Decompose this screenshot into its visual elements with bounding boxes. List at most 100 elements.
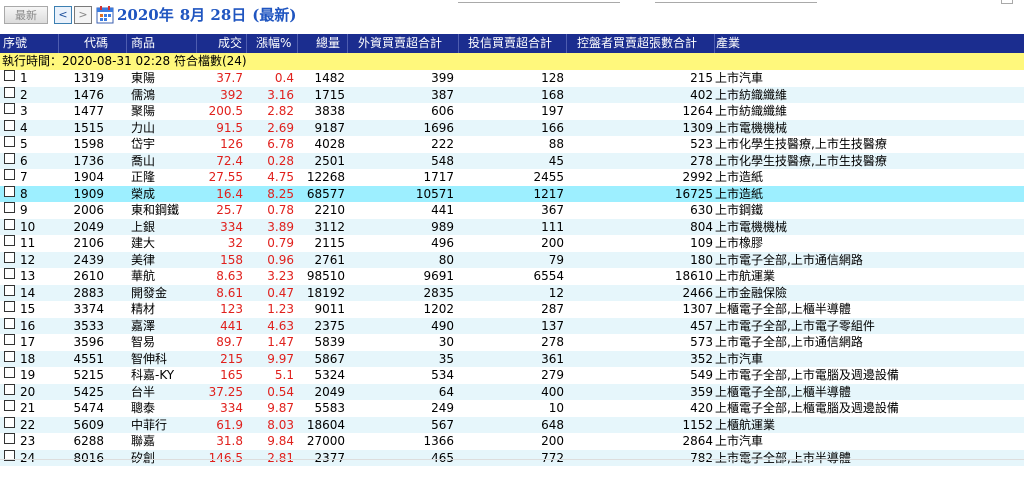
grid-rows: 1 1319 東陽 37.7 0.4 1482 399 128 215 上市汽車 2 1476 儒鴻 39… xyxy=(0,70,1024,466)
table-row[interactable]: 16 3533 嘉澤 441 4.63 2375 490 137 457 上市電子全部,上市電子零… xyxy=(0,317,1024,334)
header-controller-net[interactable]: 控盤者買賣超張數合計 xyxy=(577,34,697,53)
row-price: 25.7 xyxy=(216,203,243,217)
table-row[interactable]: 10 2049 上銀 334 3.89 3112 989 111 804 上市電機機械 xyxy=(0,218,1024,235)
row-price: 31.8 xyxy=(216,434,243,448)
table-row[interactable]: 22 5609 中菲行 61.9 8.03 18604 567 648 1152 上櫃航運業 xyxy=(0,416,1024,433)
row-controller-net: 2466 xyxy=(682,285,713,300)
table-row[interactable]: 19 5215 科嘉-KY 165 5.1 5324 534 279 549 上市電子全部,上市電… xyxy=(0,367,1024,384)
row-checkbox[interactable] xyxy=(4,367,15,378)
row-checkbox[interactable] xyxy=(4,185,15,197)
row-volume: 9011 xyxy=(314,302,345,316)
table-row[interactable]: 15 3374 精材 123 1.23 9011 1202 287 1307 上櫃電子全部,上櫃半… xyxy=(0,301,1024,318)
row-checkbox[interactable] xyxy=(4,103,15,114)
header-code[interactable]: 代碼 xyxy=(84,34,108,53)
row-checkbox[interactable] xyxy=(4,433,15,444)
top-small-control[interactable] xyxy=(1001,0,1013,4)
table-row[interactable]: 2 1476 儒鴻 392 3.16 1715 387 168 402 上市紡織纖維 xyxy=(0,86,1024,103)
table-row[interactable]: 6 1736 喬山 72.4 0.28 2501 548 45 278 上市化學生技醫療,上市生技… xyxy=(0,152,1024,169)
latest-button[interactable]: 最新 xyxy=(4,6,48,24)
table-row[interactable]: 4 1515 力山 91.5 2.69 9187 1696 166 1309 上市電機機械 xyxy=(0,119,1024,136)
row-checkbox[interactable] xyxy=(4,301,15,312)
row-seq: 19 xyxy=(20,368,36,382)
row-checkbox[interactable] xyxy=(4,119,15,131)
row-checkbox[interactable] xyxy=(4,317,15,329)
grid-bottom-border xyxy=(0,459,1024,460)
row-price: 91.5 xyxy=(216,120,243,135)
row-code: 1909 xyxy=(73,186,104,201)
top-field-left[interactable] xyxy=(458,0,620,3)
header-trust-net[interactable]: 投信買賣超合計 xyxy=(468,34,552,53)
row-checkbox[interactable] xyxy=(4,70,15,81)
header-name[interactable]: 商品 xyxy=(131,34,155,53)
table-row[interactable]: 13 2610 華航 8.63 3.23 98510 9691 6554 18610 上市航運業 xyxy=(0,268,1024,285)
row-code: 2106 xyxy=(73,236,104,250)
table-row[interactable]: 9 2006 東和鋼鐵 25.7 0.78 2210 441 367 630 上市鋼鐵 xyxy=(0,202,1024,219)
row-volume: 1715 xyxy=(314,87,345,102)
row-checkbox[interactable] xyxy=(4,202,15,213)
row-checkbox[interactable] xyxy=(4,235,15,246)
header-change-pct[interactable]: 漲幅% xyxy=(256,34,291,53)
stock-grid: 序號 代碼 商品 成交 漲幅% 總量 外資買賣超合計 投信買賣超合計 控盤者買賣… xyxy=(0,34,1024,466)
row-seq: 14 xyxy=(20,285,36,300)
table-row[interactable]: 1 1319 東陽 37.7 0.4 1482 399 128 215 上市汽車 xyxy=(0,70,1024,87)
row-volume: 5583 xyxy=(314,401,345,415)
table-row[interactable]: 7 1904 正隆 27.55 4.75 12268 1717 2455 2992 上市造紙 xyxy=(0,169,1024,186)
row-name: 建大 xyxy=(131,236,156,250)
row-foreign-net: 567 xyxy=(431,417,454,432)
next-day-button[interactable]: > xyxy=(74,6,92,24)
row-checkbox[interactable] xyxy=(4,86,15,98)
row-checkbox[interactable] xyxy=(4,268,15,279)
table-row[interactable]: 3 1477 聚陽 200.5 2.82 3838 606 197 1264 上市紡織纖維 xyxy=(0,103,1024,120)
table-row[interactable]: 11 2106 建大 32 0.79 2115 496 200 109 上市橡膠 xyxy=(0,235,1024,252)
row-checkbox[interactable] xyxy=(4,169,15,180)
row-checkbox[interactable] xyxy=(4,251,15,263)
row-industry: 上櫃航運業 xyxy=(715,417,776,432)
calendar-icon[interactable] xyxy=(96,5,114,24)
row-checkbox[interactable] xyxy=(4,152,15,164)
row-checkbox[interactable] xyxy=(4,284,15,296)
table-row[interactable]: 18 4551 智伸科 215 9.97 5867 35 361 352 上市汽車 xyxy=(0,350,1024,367)
row-industry: 上櫃電子全部,上櫃半導體 xyxy=(715,384,851,399)
row-trust-net: 279 xyxy=(541,368,564,382)
row-checkbox[interactable] xyxy=(4,350,15,362)
row-checkbox[interactable] xyxy=(4,400,15,411)
row-checkbox[interactable] xyxy=(4,334,15,345)
header-industry[interactable]: 產業 xyxy=(716,34,740,53)
row-seq: 9 xyxy=(20,203,28,217)
row-checkbox[interactable] xyxy=(4,136,15,147)
top-field-right[interactable] xyxy=(655,0,817,3)
row-name: 聚陽 xyxy=(131,104,156,118)
table-row[interactable]: 17 3596 智易 89.7 1.47 5839 30 278 573 上市電子全部,上市通信網… xyxy=(0,334,1024,351)
table-row[interactable]: 12 2439 美律 158 0.96 2761 80 79 180 上市電子全部,上市通信網路 xyxy=(0,251,1024,268)
row-name: 喬山 xyxy=(131,153,156,168)
table-row[interactable]: 5 1598 岱宇 126 6.78 4028 222 88 523 上市化學生技醫療,上市生技醫… xyxy=(0,136,1024,153)
row-trust-net: 88 xyxy=(548,137,564,151)
header-volume[interactable]: 總量 xyxy=(316,34,340,53)
row-checkbox[interactable] xyxy=(4,383,15,395)
row-checkbox[interactable] xyxy=(4,218,15,230)
row-seq: 10 xyxy=(20,219,36,234)
header-price[interactable]: 成交 xyxy=(218,34,242,53)
row-price: 123 xyxy=(220,302,243,316)
table-row[interactable]: 24 8016 矽創 146.5 2.81 2377 465 772 782 上市電子全部,上市半… xyxy=(0,449,1024,466)
header-foreign-net[interactable]: 外資買賣超合計 xyxy=(358,34,442,53)
row-name: 精材 xyxy=(131,302,156,316)
table-row[interactable]: 21 5474 聰泰 334 9.87 5583 249 10 420 上櫃電子全部,上櫃電腦及週… xyxy=(0,400,1024,417)
row-change-pct: 6.78 xyxy=(267,137,294,151)
row-name: 開發金 xyxy=(131,285,168,300)
row-price: 72.4 xyxy=(216,153,243,168)
row-foreign-net: 399 xyxy=(431,71,454,85)
row-volume: 4028 xyxy=(314,137,345,151)
row-code: 1515 xyxy=(73,120,104,135)
prev-day-button[interactable]: < xyxy=(54,6,72,24)
row-checkbox[interactable] xyxy=(4,416,15,428)
table-row[interactable]: 23 6288 聯嘉 31.8 9.84 27000 1366 200 2864 上市汽車 xyxy=(0,433,1024,450)
row-change-pct: 0.4 xyxy=(274,71,294,85)
table-row[interactable]: 14 2883 開發金 8.61 0.47 18192 2835 12 2466 上市金融保險 xyxy=(0,284,1024,301)
row-controller-net: 523 xyxy=(690,137,713,151)
row-volume: 2761 xyxy=(314,252,345,267)
header-seq[interactable]: 序號 xyxy=(3,34,27,53)
table-row[interactable]: 8 1909 榮成 16.4 8.25 68577 10571 1217 16725 上市造紙 xyxy=(0,185,1024,202)
row-seq: 11 xyxy=(20,236,36,250)
table-row[interactable]: 20 5425 台半 37.25 0.54 2049 64 400 359 上櫃電子全部,上櫃半導… xyxy=(0,383,1024,400)
